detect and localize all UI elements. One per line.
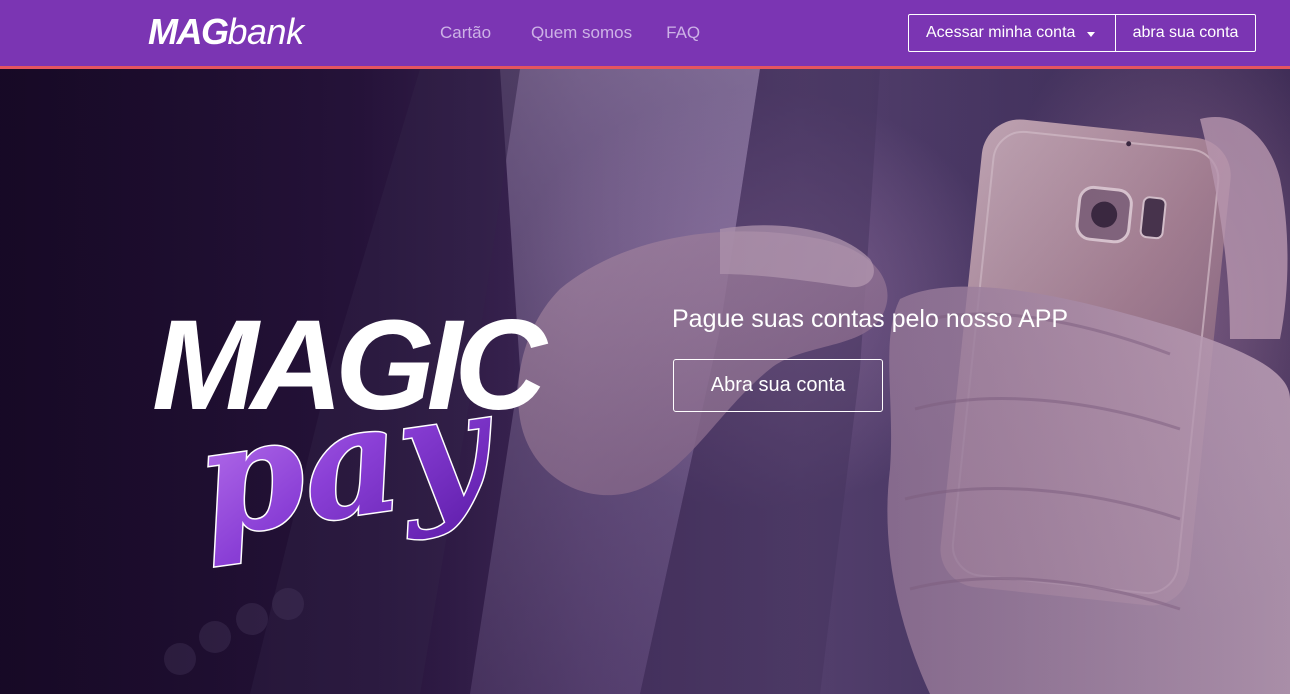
open-account-label: abra sua conta <box>1132 24 1239 41</box>
cta-label: Abra sua conta <box>710 374 846 396</box>
account-actions: Acessar minha conta abra sua conta <box>908 14 1256 52</box>
hero-tagline: Pague suas contas pelo nosso APP <box>672 305 1069 333</box>
magbank-logo[interactable]: MAG bank <box>148 12 304 52</box>
access-account-label: Acessar minha conta <box>926 24 1076 41</box>
logo-bold-text: MAG <box>148 11 229 52</box>
access-account-dropdown[interactable]: Acessar minha conta <box>909 15 1116 51</box>
top-navbar: MAG bank Cartão Quem somos FAQ Acessar m… <box>0 0 1290 69</box>
open-account-button[interactable]: abra sua conta <box>1116 15 1255 51</box>
logo-light-text: bank <box>227 11 305 52</box>
hero-section: MAGIC pay Pague suas contas pelo nosso A… <box>0 69 1290 694</box>
page: MAG bank Cartão Quem somos FAQ Acessar m… <box>0 0 1290 694</box>
nav-link-quem-somos[interactable]: Quem somos <box>531 23 632 43</box>
nav-link-faq[interactable]: FAQ <box>666 23 700 43</box>
main-nav: Cartão Quem somos FAQ <box>440 23 700 43</box>
open-account-cta-button[interactable]: Abra sua conta <box>673 359 883 412</box>
caret-down-icon <box>1087 31 1096 37</box>
nav-link-cartao[interactable]: Cartão <box>440 23 491 43</box>
magic-pay-logo: MAGIC pay <box>152 299 556 573</box>
